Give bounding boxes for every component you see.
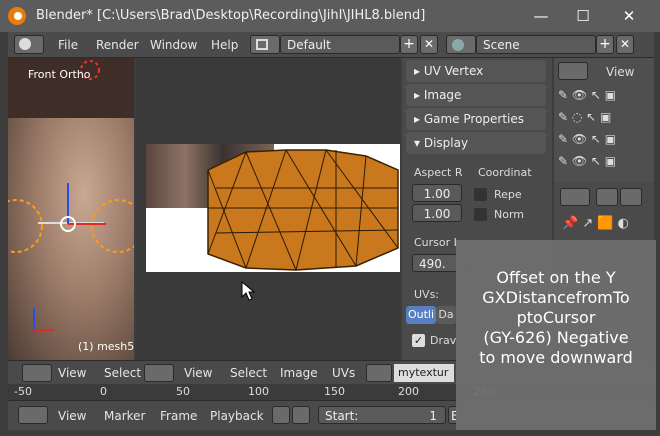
properties-editor-button[interactable] [560, 188, 590, 206]
aspect-x-field[interactable]: 1.00 [412, 184, 462, 202]
cursor-location-label: Cursor L [414, 236, 460, 249]
record-icon[interactable] [272, 406, 290, 424]
image-browse-button[interactable] [366, 364, 392, 382]
expand-icon: ▸ [414, 112, 424, 126]
menu-file[interactable]: File [58, 38, 78, 52]
uv-select-menu[interactable]: Select [230, 366, 267, 380]
timeline-playback-menu[interactable]: Playback [210, 409, 264, 423]
panel-display-label: Display [423, 136, 469, 150]
outliner-row[interactable]: ✎ 👁 ↖ ▣ [558, 88, 638, 110]
mesh-overlay [8, 60, 134, 331]
scene-dropdown[interactable]: Scene [476, 35, 596, 54]
outliner: View ✎ 👁 ↖ ▣ ✎ ◌ ↖ ▣ ✎ 👁 ↖ ▣ ✎ 👁 ↖ ▣ [554, 58, 654, 182]
ruler-tick: 50 [176, 385, 190, 398]
layout-dropdown[interactable]: Default [280, 35, 400, 54]
draw-label: Drav [430, 334, 457, 347]
timeline-editor-button[interactable] [18, 406, 48, 424]
menu-help[interactable]: Help [211, 38, 238, 52]
repeat-label: Repe [494, 188, 522, 201]
uv-mesh-overlay [207, 149, 399, 271]
3d-select-menu[interactable]: Select [104, 366, 141, 380]
render-tab-icon[interactable] [596, 188, 618, 206]
keying-icon[interactable] [292, 406, 310, 424]
repeat-checkbox[interactable] [474, 188, 487, 201]
3d-viewport[interactable]: Front Ortho (1) mesh5 [8, 58, 134, 360]
draw-checkbox[interactable]: ✓ [412, 334, 425, 347]
panel-uv-vertex[interactable]: ▸ UV Vertex [406, 60, 546, 82]
start-frame-field[interactable]: Start: 1 [318, 406, 446, 424]
blender-window: Blender* [C:\Users\Brad\Desktop\Recordin… [0, 0, 660, 436]
panel-game-properties-label: Game Properties [423, 112, 525, 126]
outliner-editor-button[interactable] [558, 62, 588, 80]
timeline-view-menu[interactable]: View [58, 409, 86, 423]
panel-display[interactable]: ▾ Display [406, 132, 546, 154]
blender-logo-icon [8, 7, 26, 25]
uv-view-menu[interactable]: View [184, 366, 212, 380]
info-header: File Render Window Help Default + ✕ Scen… [8, 32, 654, 58]
ruler-tick: 100 [248, 385, 269, 398]
scene-icon [452, 39, 464, 51]
uv-editor-type-button[interactable] [144, 364, 174, 382]
minimize-button[interactable]: — [530, 6, 552, 26]
outliner-row[interactable]: ✎ 👁 ↖ ▣ [558, 132, 638, 154]
add-scene-icon[interactable]: + [596, 35, 614, 54]
outline-button[interactable]: Outli [406, 306, 436, 324]
3d-view-menu[interactable]: View [58, 366, 86, 380]
maximize-button[interactable]: ☐ [572, 6, 594, 26]
texture-name-field[interactable]: mytextur [394, 364, 454, 382]
scene-browse-button[interactable] [446, 35, 476, 54]
start-value: 1 [429, 409, 437, 423]
expand-icon: ▸ [414, 64, 424, 78]
view-label: Front Ortho [28, 68, 91, 81]
uv-uvs-menu[interactable]: UVs [332, 366, 355, 380]
uv-image-menu[interactable]: Image [280, 366, 318, 380]
ruler-tick: -50 [14, 385, 32, 398]
aspect-y-field[interactable]: 1.00 [412, 204, 462, 222]
panel-game-properties[interactable]: ▸ Game Properties [406, 108, 546, 130]
remove-scene-icon[interactable]: ✕ [616, 35, 634, 54]
eye-mesh-left [8, 199, 43, 253]
collapse-icon: ▾ [414, 136, 424, 150]
add-layout-icon[interactable]: + [400, 35, 418, 54]
window-title: Blender* [C:\Users\Brad\Desktop\Recordin… [36, 8, 426, 23]
outliner-row[interactable]: ✎ ◌ ↖ ▣ [558, 110, 638, 132]
menu-render[interactable]: Render [96, 38, 139, 52]
panel-uv-vertex-label: UV Vertex [423, 64, 484, 78]
dashed-button[interactable]: Da [436, 306, 456, 324]
ruler-tick: 150 [324, 385, 345, 398]
uvs-label: UVs: [414, 288, 440, 301]
3d-editor-type-button[interactable] [22, 364, 52, 382]
coordinates-label: Coordinat [478, 166, 532, 179]
uv-image-editor[interactable] [136, 58, 400, 360]
properties-tab-icons[interactable]: 📌 ↗ 🟧 ◐ [562, 216, 629, 231]
properties-editor: 📌 ↗ 🟧 ◐ [554, 182, 654, 240]
outliner-row[interactable]: ✎ 👁 ↖ ▣ [558, 154, 638, 176]
eye-mesh-right [91, 199, 134, 253]
ruler-tick: 200 [398, 385, 419, 398]
timeline-marker-menu[interactable]: Marker [104, 409, 145, 423]
aspect-label: Aspect R [414, 166, 463, 179]
layout-grid-icon [256, 39, 268, 50]
object-info: (1) mesh5 [78, 340, 134, 353]
editor-type-button[interactable] [14, 35, 44, 54]
layout-browse-button[interactable] [250, 35, 280, 54]
outliner-view-menu[interactable]: View [606, 65, 634, 79]
panel-image-label: Image [423, 88, 462, 102]
expand-icon: ▸ [414, 88, 424, 102]
menu-window[interactable]: Window [150, 38, 197, 52]
ruler-tick: 0 [100, 385, 107, 398]
start-label: Start: [325, 409, 359, 423]
close-button[interactable]: ✕ [618, 6, 640, 26]
normalized-label: Norm [494, 208, 525, 221]
title-bar: Blender* [C:\Users\Brad\Desktop\Recordin… [0, 0, 660, 32]
outliner-rows: ✎ 👁 ↖ ▣ ✎ ◌ ↖ ▣ ✎ 👁 ↖ ▣ ✎ 👁 ↖ ▣ [558, 88, 638, 178]
tutorial-annotation: Offset on the Y GXDistancefromTo ptoCurs… [456, 240, 656, 430]
info-icon [19, 38, 31, 50]
normalized-checkbox[interactable] [474, 208, 487, 221]
layers-tab-icon[interactable] [620, 188, 642, 206]
remove-layout-icon[interactable]: ✕ [420, 35, 438, 54]
timeline-frame-menu[interactable]: Frame [160, 409, 197, 423]
panel-image[interactable]: ▸ Image [406, 84, 546, 106]
mouse-cursor-icon [241, 280, 256, 301]
